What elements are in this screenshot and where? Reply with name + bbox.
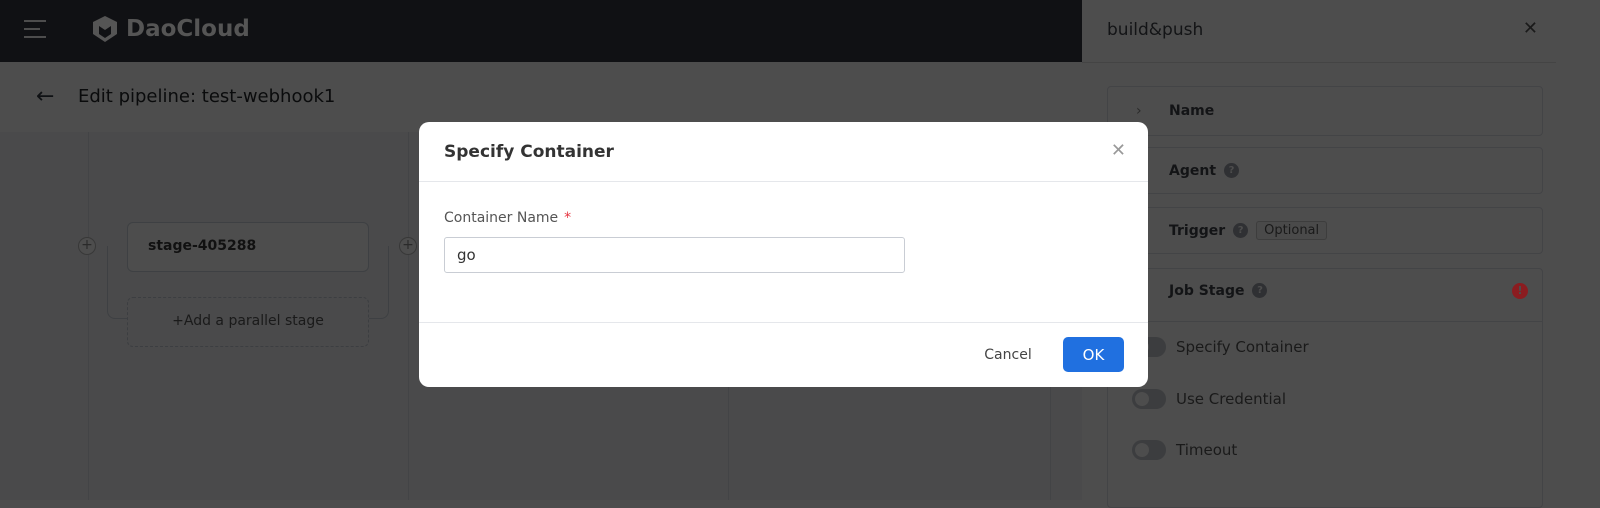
section-label: Job Stage (1169, 283, 1245, 299)
page-title: Edit pipeline: test-webhook1 (78, 86, 336, 107)
close-icon[interactable]: ✕ (1523, 18, 1538, 39)
add-stage-plus-icon[interactable]: + (78, 237, 96, 255)
stage-card[interactable]: stage-405288 (127, 222, 369, 272)
container-name-label: Container Name * (444, 210, 571, 226)
ok-button[interactable]: OK (1063, 337, 1124, 372)
help-icon[interactable]: ? (1233, 223, 1249, 238)
column-divider (88, 132, 89, 500)
optional-tag: Optional (1256, 221, 1328, 240)
drawer-title: build&push (1107, 20, 1204, 40)
divider (419, 322, 1148, 323)
divider (1108, 321, 1542, 322)
add-stage-plus-icon[interactable]: + (399, 237, 417, 255)
connector-line (369, 246, 389, 319)
divider (1082, 62, 1556, 63)
section-trigger[interactable]: Trigger? Optional (1107, 207, 1543, 254)
help-icon[interactable]: ? (1252, 283, 1268, 298)
section-agent[interactable]: Agent? (1107, 147, 1543, 194)
cancel-button[interactable]: Cancel (973, 337, 1043, 372)
dialog-title: Specify Container (444, 142, 614, 162)
section-label: Trigger (1169, 222, 1226, 239)
scrollbar[interactable] (1556, 0, 1600, 500)
divider (419, 181, 1148, 182)
error-icon: ! (1512, 283, 1528, 299)
task-drawer: build&push ✕ › Name Agent? Trigger? Option… (1082, 0, 1556, 508)
brand-name: DaoCloud (126, 16, 250, 42)
close-icon[interactable]: ✕ (1111, 140, 1126, 161)
toggle-label: Specify Container (1176, 338, 1309, 356)
section-job-stage[interactable]: Job Stage?! (1107, 268, 1543, 508)
section-label: Name (1169, 103, 1215, 119)
section-name[interactable]: › Name (1107, 86, 1543, 136)
section-label: Agent (1169, 162, 1217, 179)
label-text: Container Name (444, 210, 559, 226)
logo[interactable]: DaoCloud (90, 14, 250, 44)
required-mark: * (564, 210, 572, 226)
column-divider (408, 132, 409, 500)
chevron-right-icon: › (1136, 103, 1142, 119)
toggle-label: Use Credential (1176, 390, 1286, 408)
toggle-use-credential[interactable] (1132, 389, 1166, 409)
container-name-input[interactable] (444, 237, 905, 273)
help-icon[interactable]: ? (1224, 163, 1240, 178)
connector-line (107, 246, 127, 319)
hamburger-icon[interactable] (24, 20, 46, 40)
specify-container-dialog: Specify Container ✕ Container Name * Canc… (419, 122, 1148, 387)
add-parallel-stage-button[interactable]: +Add a parallel stage (127, 297, 369, 347)
toggle-label: Timeout (1176, 441, 1238, 459)
toggle-timeout[interactable] (1132, 440, 1166, 460)
stage-name: stage-405288 (148, 238, 257, 254)
daocloud-logo-icon (93, 16, 117, 42)
back-arrow-icon[interactable]: ← (36, 84, 54, 109)
